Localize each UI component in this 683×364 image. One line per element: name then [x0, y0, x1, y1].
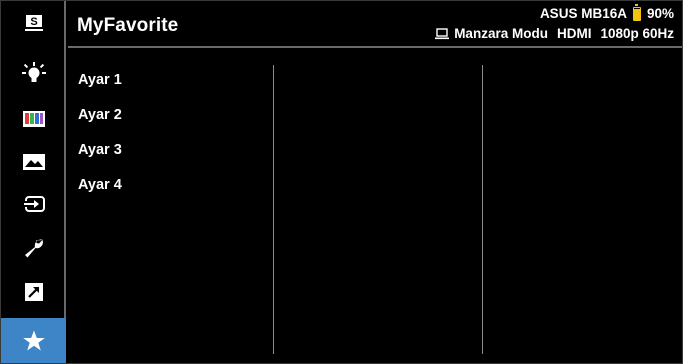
wrench-icon	[24, 239, 43, 258]
splendid-glyph: S	[30, 16, 37, 28]
battery-level-fill	[633, 8, 640, 20]
page-title: MyFavorite	[77, 15, 179, 36]
bulb-icon	[21, 62, 46, 82]
sidebar-item-system-setup[interactable]	[1, 226, 66, 270]
mode-label: Manzara Modu	[454, 26, 548, 41]
sidebar-item-myfavorite[interactable]	[1, 318, 66, 363]
sidebar: S	[1, 1, 66, 363]
menu-content: Ayar 1 Ayar 2 Ayar 3 Ayar 4	[68, 50, 682, 363]
shortcut-arrow-icon	[24, 283, 43, 301]
splendid-s-icon: S	[24, 15, 43, 31]
sidebar-item-image[interactable]	[1, 140, 66, 184]
column-divider	[273, 65, 274, 354]
laptop-mode-icon	[435, 27, 450, 39]
favorite-list: Ayar 1 Ayar 2 Ayar 3 Ayar 4	[76, 71, 122, 211]
osd-menu: S MyFavorite ASUS MB16A 90% Manzara Modu…	[0, 0, 683, 364]
model-name: ASUS MB16A	[539, 6, 627, 21]
menu-item-ayar-4[interactable]: Ayar 4	[76, 176, 122, 211]
sidebar-item-input-select[interactable]	[1, 182, 66, 226]
column-divider	[482, 65, 483, 354]
model-status: ASUS MB16A 90%	[539, 3, 674, 21]
sidebar-item-blue-light-filter[interactable]	[1, 52, 66, 96]
color-bars-icon	[22, 111, 45, 127]
sidebar-item-color[interactable]	[1, 97, 66, 141]
sidebar-item-splendid[interactable]: S	[1, 1, 66, 45]
menu-item-ayar-2[interactable]: Ayar 2	[76, 106, 122, 141]
input-select-icon	[23, 196, 45, 212]
sidebar-item-shortcut[interactable]	[1, 270, 66, 314]
input-label: HDMI	[556, 26, 592, 41]
landscape-image-icon	[22, 154, 45, 170]
menu-item-ayar-1[interactable]: Ayar 1	[76, 71, 122, 106]
battery-percent: 90%	[646, 6, 674, 21]
header: MyFavorite ASUS MB16A 90% Manzara Modu H…	[68, 1, 682, 48]
menu-item-ayar-3[interactable]: Ayar 3	[76, 141, 122, 176]
star-icon	[22, 330, 45, 350]
battery-icon	[632, 3, 641, 21]
signal-status: Manzara Modu HDMI 1080p 60Hz	[435, 26, 674, 41]
resolution-label: 1080p 60Hz	[600, 26, 674, 41]
